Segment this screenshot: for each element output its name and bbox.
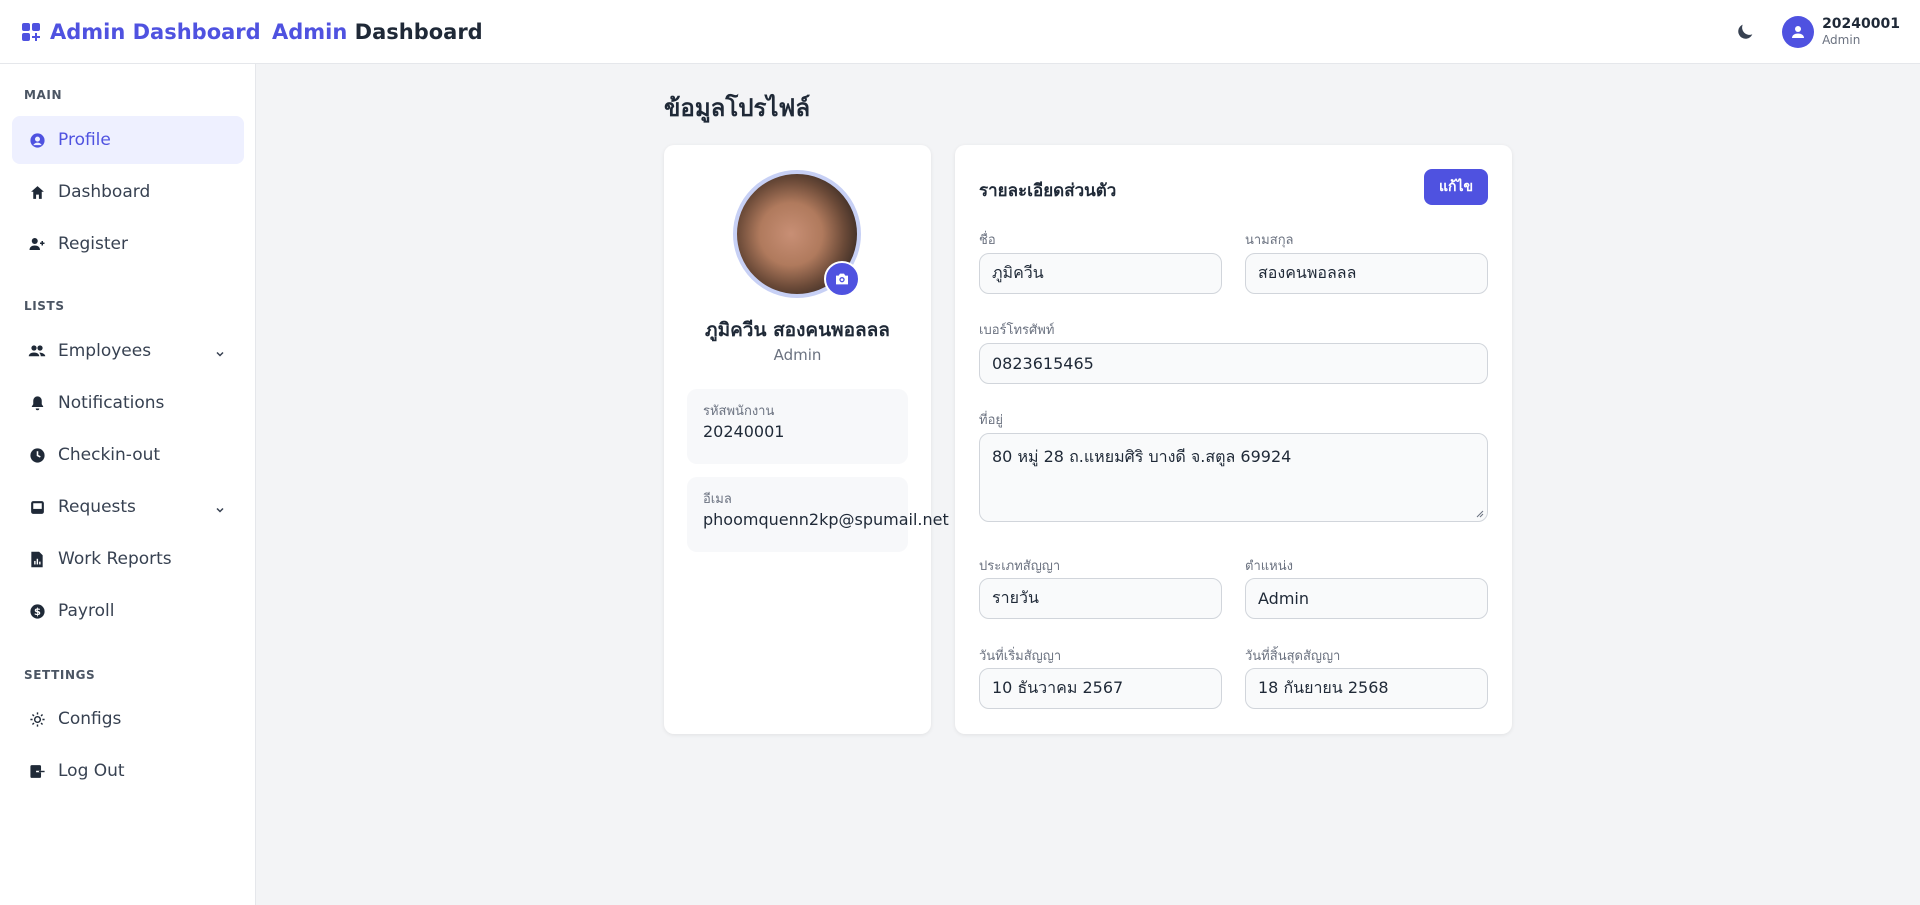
user-circle-icon: [28, 131, 46, 149]
bell-icon: [28, 394, 46, 412]
edit-button[interactable]: แก้ไข: [1424, 169, 1488, 205]
sidebar-item-label: Notifications: [58, 393, 165, 413]
sidebar-item-configs[interactable]: Configs: [12, 695, 244, 743]
first-name-label: ชื่อ: [979, 233, 996, 248]
sidebar-item-dashboard[interactable]: Dashboard: [12, 168, 244, 216]
page-title: ข้อมูลโปรไฟล์: [664, 94, 811, 122]
address-label: ที่อยู่: [979, 413, 1003, 428]
first-name-field[interactable]: ภูมิควีน: [979, 253, 1222, 294]
section-label-settings: SETTINGS: [24, 668, 96, 682]
dark-mode-toggle-icon[interactable]: [1734, 21, 1756, 43]
sidebar-item-log-out[interactable]: Log Out: [12, 747, 244, 795]
employee-id-label: รหัสพนักงาน: [703, 404, 775, 419]
gear-icon: [28, 710, 46, 728]
user-plus-icon: [28, 235, 46, 253]
email-label: อีเมล: [703, 492, 732, 507]
inbox-icon: [28, 498, 46, 516]
apps-icon: [22, 22, 40, 41]
start-date-field[interactable]: 10 ธันวาคม 2567: [979, 668, 1222, 709]
home-icon: [28, 183, 46, 201]
user-id: 20240001: [1822, 15, 1900, 32]
user-icon: [1792, 25, 1805, 38]
profile-role: Admin: [773, 346, 822, 364]
sidebar-item-label: Configs: [58, 709, 122, 729]
position-field[interactable]: Admin: [1245, 578, 1488, 619]
chevron-down-icon[interactable]: [214, 501, 226, 520]
chevron-down-icon[interactable]: [214, 345, 226, 364]
end-date-label: วันที่สิ้นสุดสัญญา: [1245, 649, 1341, 664]
start-date-label: วันที่เริ่มสัญญา: [979, 649, 1062, 664]
users-icon: [28, 342, 46, 360]
clock-icon: [28, 446, 46, 464]
profile-photo-container: [733, 170, 861, 298]
sidebar-item-label: Checkin-out: [58, 445, 161, 465]
header-right: 20240001 Admin: [1734, 15, 1920, 48]
sidebar-item-employees[interactable]: Employees: [12, 327, 244, 375]
header-title-accent: Admin: [272, 19, 348, 44]
contract-type-field[interactable]: รายวัน: [979, 578, 1222, 619]
end-date-field[interactable]: 18 กันยายน 2568: [1245, 668, 1488, 709]
sidebar-item-work-reports[interactable]: Work Reports: [12, 535, 244, 583]
logout-icon: [28, 762, 46, 780]
svg-text:$: $: [34, 607, 41, 618]
sidebar-item-notifications[interactable]: Notifications: [12, 379, 244, 427]
sidebar-item-label: Requests: [58, 497, 136, 517]
section-label-lists: LISTS: [24, 299, 65, 313]
report-icon: [28, 550, 46, 568]
header-title-rest: Dashboard: [354, 19, 483, 44]
sidebar-item-label: Employees: [58, 341, 152, 361]
personal-details-card: รายละเอียดส่วนตัว แก้ไข ชื่อ ภูมิควีน นา…: [955, 145, 1512, 734]
sidebar-item-payroll[interactable]: $ Payroll: [12, 587, 244, 635]
brand-title: Admin Dashboard: [50, 19, 261, 44]
address-field[interactable]: 80 หมู่ 28 ถ.แหยมศิริ บางดี จ.สตูล 69924: [979, 433, 1488, 522]
user-role: Admin: [1822, 32, 1861, 47]
sidebar-item-label: Dashboard: [58, 182, 151, 202]
employee-id-box: รหัสพนักงาน 20240001: [687, 389, 908, 464]
user-menu[interactable]: 20240001 Admin: [1782, 15, 1900, 48]
details-title: รายละเอียดส่วนตัว: [979, 181, 1117, 201]
profile-card: ภูมิควีน สองคนพอลลล Admin รหัสพนักงาน 20…: [664, 145, 949, 734]
address-value: 80 หมู่ 28 ถ.แหยมศิริ บางดี จ.สตูล 69924: [992, 447, 1292, 466]
sidebar-item-label: Work Reports: [58, 549, 172, 569]
brand[interactable]: Admin Dashboard: [0, 20, 261, 44]
phone-label: เบอร์โทรศัพท์: [979, 323, 1055, 338]
position-label: ตำแหน่ง: [1245, 559, 1293, 574]
sidebar-item-register[interactable]: Register: [12, 220, 244, 268]
section-label-main: MAIN: [24, 88, 63, 102]
avatar: [1782, 15, 1815, 48]
profile-name: ภูมิควีน สองคนพอลลล: [705, 319, 890, 341]
sidebar-item-label: Payroll: [58, 601, 115, 621]
page-header-title: Admin Dashboard: [272, 20, 483, 44]
phone-field[interactable]: 0823615465: [979, 343, 1488, 384]
sidebar-item-label: Register: [58, 234, 128, 254]
contract-type-label: ประเภทสัญญา: [979, 559, 1061, 574]
last-name-field[interactable]: สองคนพอลลล: [1245, 253, 1488, 294]
sidebar-item-label: Log Out: [58, 761, 125, 781]
top-header: Admin Dashboard Admin Dashboard 20240001…: [0, 0, 1920, 64]
last-name-label: นามสกุล: [1245, 233, 1294, 248]
sidebar: MAIN Profile Dashboard Register LISTS Em…: [0, 64, 256, 905]
email-value: phoomquenn2kp@spumail.net: [703, 510, 949, 529]
sidebar-item-profile[interactable]: Profile: [12, 116, 244, 164]
dollar-icon: $: [28, 602, 46, 620]
camera-icon: [836, 273, 848, 285]
employee-id-value: 20240001: [703, 422, 785, 441]
resize-handle-icon[interactable]: [1476, 510, 1484, 518]
email-box: อีเมล phoomquenn2kp@spumail.net: [687, 477, 949, 552]
sidebar-item-requests[interactable]: Requests: [12, 483, 244, 531]
change-photo-button[interactable]: [824, 261, 860, 297]
sidebar-item-label: Profile: [58, 130, 111, 150]
sidebar-item-checkin-out[interactable]: Checkin-out: [12, 431, 244, 479]
